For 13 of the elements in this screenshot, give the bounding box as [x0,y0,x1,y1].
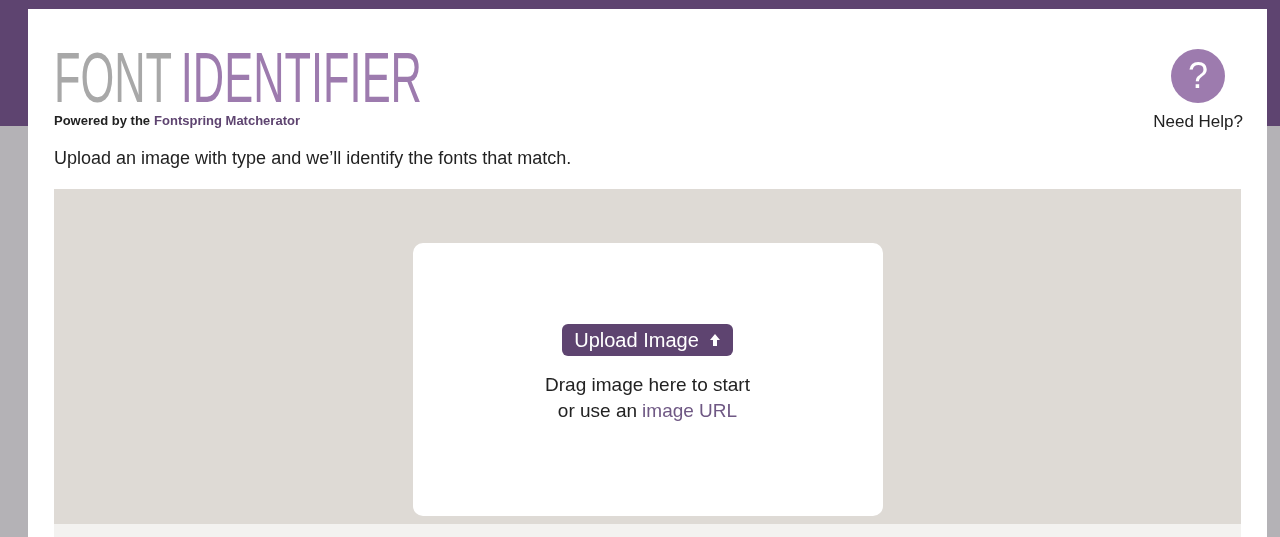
upload-button[interactable]: Upload Image [562,323,733,356]
image-url-link[interactable]: image URL [642,397,738,424]
drop-hint: Drag image here to start [545,372,750,397]
help-link[interactable]: Need Help? [1153,109,1243,135]
help-icon[interactable]: ? [1171,49,1226,103]
logo-title: FONT [54,41,173,115]
tagline: Powered by the [54,113,151,129]
drop-zone[interactable]: Upload Image Drag image here to start or use an image URL [54,188,1241,524]
intro-text: Upload an image with type and we’ll identify the fonts that match. [54,146,573,170]
logo-title: IDENTIFIER [180,41,422,115]
matcherator-link[interactable]: Fontspring Matcherator [154,113,300,129]
upload-arrow-icon [708,332,721,347]
alt-text: or use an [557,398,638,423]
